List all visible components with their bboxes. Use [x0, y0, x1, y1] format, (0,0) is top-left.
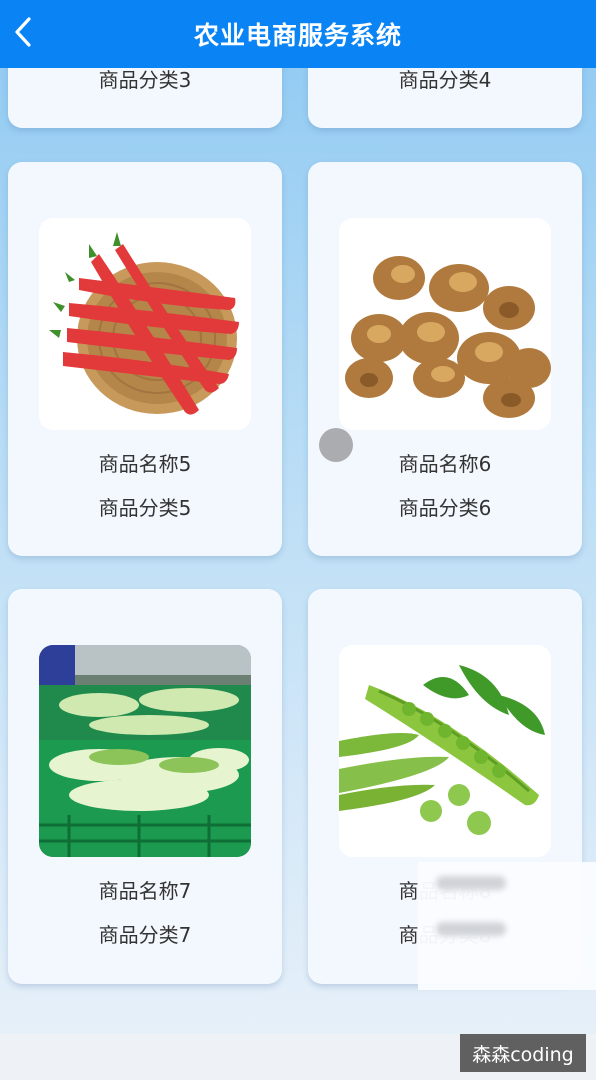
product-name: 商品名称7	[98, 879, 192, 903]
product-image-carrots[interactable]	[39, 218, 251, 430]
product-image-mushrooms[interactable]	[339, 218, 551, 430]
product-image-peas[interactable]	[339, 645, 551, 857]
chevron-left-icon	[15, 17, 31, 47]
blur-overlay	[418, 862, 596, 990]
product-category: 商品分类5	[98, 496, 192, 520]
watermark-label: 森森coding	[460, 1034, 586, 1072]
product-category: 商品分类6	[398, 496, 492, 520]
product-card[interactable]: 商品名称6 商品分类6	[308, 162, 582, 556]
product-category: 商品分类7	[98, 923, 192, 947]
page-title: 农业电商服务系统	[193, 21, 402, 50]
product-category: 商品分类4	[398, 68, 492, 92]
product-card[interactable]: 商品名称7 商品分类7	[8, 589, 282, 984]
product-card[interactable]: 商品名称5 商品分类5	[8, 162, 282, 556]
product-image-vegetable-crates[interactable]	[39, 645, 251, 857]
touch-indicator	[319, 428, 353, 462]
product-name: 商品名称5	[98, 452, 192, 476]
product-category: 商品分类3	[98, 68, 192, 92]
app-header: 农业电商服务系统	[0, 0, 596, 68]
back-button[interactable]	[8, 14, 38, 50]
